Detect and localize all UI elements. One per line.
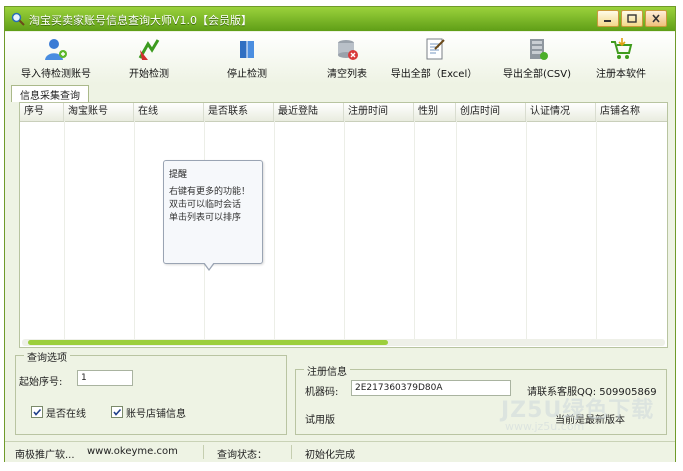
col-online[interactable]: 在线: [134, 103, 204, 121]
column-divider: [414, 121, 415, 339]
query-options-group: 查询选项: [15, 349, 287, 435]
column-divider: [456, 121, 457, 339]
checkmark-icon: [33, 408, 42, 416]
status-query-label: 查询状态：: [217, 450, 267, 461]
col-gender[interactable]: 性别: [414, 103, 456, 121]
column-divider: [596, 121, 597, 339]
tooltip-title: 提醒: [169, 170, 188, 180]
col-shop-created[interactable]: 创店时间: [456, 103, 526, 121]
tooltip-line: 单击列表可以排序: [169, 213, 242, 223]
contact-text: 请联系客服QQ: 509905869: [527, 387, 657, 398]
tooltip-line: 双击可以临时会话: [169, 200, 242, 210]
group-title: 查询选项: [24, 349, 70, 364]
checkbox-label: 账号店铺信息: [126, 409, 186, 420]
col-contacted[interactable]: 是否联系: [204, 103, 274, 121]
tooltip-tail-fill: [204, 262, 214, 269]
window-title: 淘宝买卖家账号信息查询大师V1.0【会员版】: [29, 14, 253, 27]
app-window: 淘宝买卖家账号信息查询大师V1.0【会员版】 导入待检测账号 开始检测 停止检测…: [4, 6, 676, 462]
status-company: 南极推广软...: [15, 450, 75, 461]
table-header: 序号 淘宝账号 在线 是否联系 最近登陆 注册时间 性别 创店时间 认证情况 店…: [20, 103, 667, 122]
status-query-value: 初始化完成: [305, 450, 355, 461]
machine-code-field[interactable]: 2E217360379D80A: [351, 380, 511, 396]
stop-book-icon: [240, 41, 254, 58]
checkbox-box[interactable]: [111, 406, 123, 418]
close-icon: [652, 14, 660, 23]
tooltip-line: 右键有更多的功能！: [169, 187, 251, 197]
col-verification[interactable]: 认证情况: [526, 103, 596, 121]
col-last-login[interactable]: 最近登陆: [274, 103, 344, 121]
magnifier-app-icon: [11, 12, 25, 26]
start-check-button[interactable]: 开始检测: [117, 34, 181, 82]
maximize-icon: [627, 14, 637, 23]
user-import-icon: [45, 39, 67, 60]
status-divider: [291, 445, 292, 459]
start-index-label: 起始序号:: [19, 377, 63, 388]
toolbar: 导入待检测账号 开始检测 停止检测 清空列表 导出全部（Excel） 导出全部(…: [5, 32, 675, 84]
export-csv-icon: [530, 39, 548, 60]
export-excel-icon: [426, 38, 445, 60]
horizontal-scrollbar[interactable]: [22, 339, 665, 346]
group-title: 注册信息: [304, 363, 350, 378]
trial-label: 试用版: [305, 415, 335, 426]
column-divider: [344, 121, 345, 339]
scrollbar-thumb[interactable]: [28, 340, 388, 345]
checkbox-label: 是否在线: [46, 409, 86, 420]
stop-check-button[interactable]: 停止检测: [215, 34, 279, 82]
close-button[interactable]: [645, 10, 667, 27]
column-divider: [274, 121, 275, 339]
start-index-input[interactable]: 1: [77, 370, 133, 386]
start-arrow-icon: [138, 39, 160, 60]
col-account[interactable]: 淘宝账号: [64, 103, 134, 121]
register-software-button[interactable]: 注册本软件: [589, 34, 653, 82]
online-checkbox[interactable]: 是否在线: [31, 405, 86, 420]
version-status: 当前是最新版本: [555, 415, 625, 426]
tab-strip: 信息采集查询: [11, 85, 671, 102]
minimize-button[interactable]: [597, 10, 619, 27]
results-table[interactable]: 序号 淘宝账号 在线 是否联系 最近登陆 注册时间 性别 创店时间 认证情况 店…: [19, 102, 668, 348]
maximize-button[interactable]: [621, 10, 643, 27]
shop-info-checkbox[interactable]: 账号店铺信息: [111, 405, 186, 420]
tab-info-query[interactable]: 信息采集查询: [11, 85, 89, 102]
title-bar[interactable]: 淘宝买卖家账号信息查询大师V1.0【会员版】: [5, 7, 675, 31]
checkmark-icon: [113, 408, 122, 416]
import-accounts-button[interactable]: 导入待检测账号: [11, 34, 101, 82]
col-shop-name[interactable]: 店铺名称: [596, 103, 667, 121]
shopping-cart-icon: [611, 38, 633, 59]
status-divider: [203, 445, 204, 459]
machine-code-label: 机器码:: [305, 387, 339, 398]
column-divider: [526, 121, 527, 339]
status-bar: 南极推广软... www.okeyme.com 查询状态： 初始化完成: [5, 441, 675, 462]
clear-database-icon: [338, 40, 358, 60]
minimize-icon: [604, 20, 611, 22]
export-excel-button[interactable]: 导出全部（Excel）: [389, 34, 479, 82]
col-register-time[interactable]: 注册时间: [344, 103, 414, 121]
status-website-link[interactable]: www.okeyme.com: [87, 446, 178, 457]
column-divider: [64, 121, 65, 339]
col-index[interactable]: 序号: [20, 103, 64, 121]
export-csv-button[interactable]: 导出全部(CSV): [497, 34, 577, 82]
clear-list-button[interactable]: 清空列表: [315, 34, 379, 82]
column-divider: [134, 121, 135, 339]
hint-tooltip: 提醒 右键有更多的功能！ 双击可以临时会话 单击列表可以排序: [163, 160, 263, 264]
checkbox-box[interactable]: [31, 406, 43, 418]
